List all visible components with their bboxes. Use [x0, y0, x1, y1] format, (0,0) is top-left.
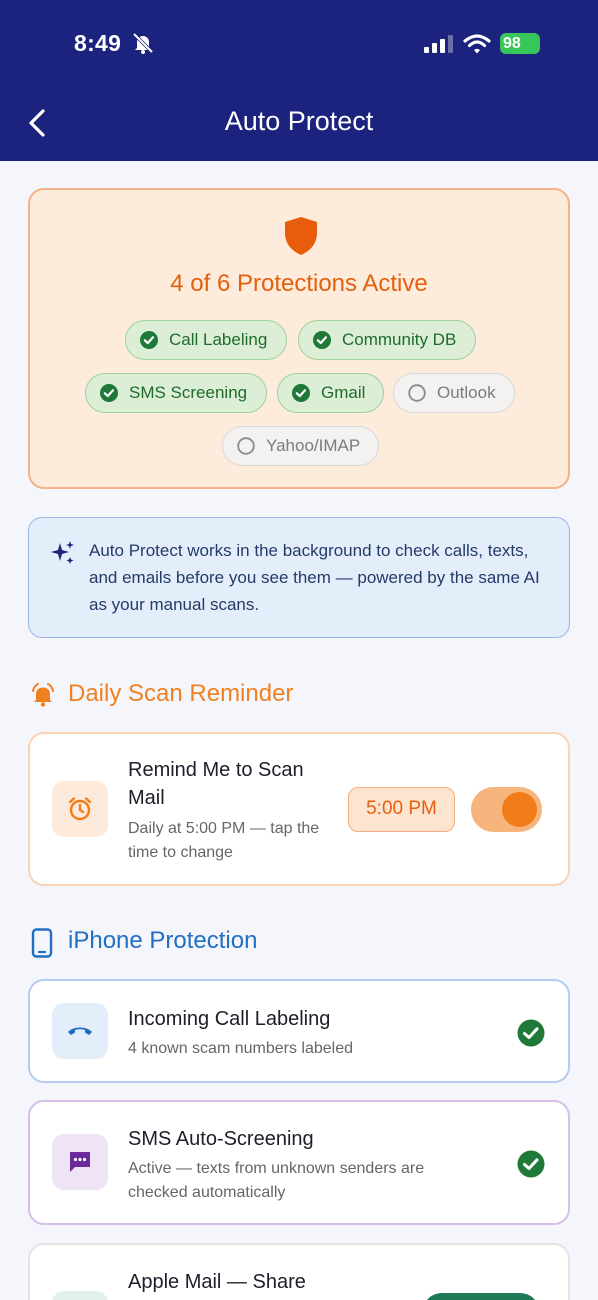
empty-circle-icon: [237, 437, 255, 455]
sms-screening-title: SMS Auto-Screening: [128, 1128, 314, 1150]
protection-summary-card: 4 of 6 Protections Active Call Labeling …: [28, 188, 570, 489]
check-circle-icon: [100, 384, 118, 402]
check-circle-icon: [313, 331, 331, 349]
call-labeling-card[interactable]: Incoming Call Labeling 4 known scam numb…: [28, 979, 570, 1083]
chip-outlook: Outlook: [393, 373, 515, 413]
reminder-card: Remind Me to Scan Mail Daily at 5:00 PM …: [28, 732, 570, 886]
alarm-clock-icon: [68, 797, 92, 821]
signal-icon: [424, 35, 453, 53]
battery-icon: 98: [500, 33, 540, 54]
apple-mail-icon-box: [52, 1291, 108, 1300]
bell-icon: [32, 683, 54, 707]
chip-community-db: Community DB: [298, 320, 476, 360]
chip-sms-screening: SMS Screening: [85, 373, 267, 413]
reminder-subtitle: Daily at 5:00 PM — tap the time to chang…: [128, 820, 320, 861]
chip-label: Outlook: [437, 383, 496, 402]
empty-circle-icon: [408, 384, 426, 402]
shield-icon: [285, 217, 317, 255]
info-banner: Auto Protect works in the background to …: [28, 517, 570, 638]
call-labeling-subtitle: 4 known scam numbers labeled: [128, 1040, 354, 1057]
check-circle-icon: [140, 331, 158, 349]
iphone-section-title: iPhone Protection: [68, 927, 258, 954]
phone-icon: [31, 928, 53, 958]
reminder-time-button[interactable]: 5:00 PM: [348, 787, 455, 832]
apple-mail-action-button[interactable]: [422, 1293, 540, 1300]
protection-count-title: 4 of 6 Protections Active: [170, 270, 428, 297]
check-circle-icon: [517, 1019, 545, 1047]
phone-handset-icon: [68, 1027, 92, 1035]
call-icon-box: [52, 1003, 108, 1059]
check-circle-icon: [517, 1150, 545, 1178]
sms-icon-box: [52, 1134, 108, 1190]
reminder-title: Remind Me to Scan Mail: [128, 759, 304, 809]
chip-label: Call Labeling: [169, 330, 268, 349]
sparkle-icon: [51, 541, 74, 564]
call-labeling-title: Incoming Call Labeling: [128, 1008, 331, 1030]
bell-off-icon: [132, 32, 154, 54]
chip-gmail: Gmail: [277, 373, 384, 413]
sms-screening-subtitle: Active — texts from unknown senders are …: [128, 1160, 425, 1201]
status-time: 8:49: [74, 30, 122, 56]
wifi-icon: [463, 34, 491, 54]
header: 8:49 98 Auto Protect: [0, 0, 598, 161]
page-title: Auto Protect: [224, 106, 374, 136]
chip-label: Yahoo/IMAP: [266, 436, 361, 455]
chip-label: Community DB: [342, 330, 457, 349]
chip-label: SMS Screening: [129, 383, 248, 402]
sms-screening-card[interactable]: SMS Auto-Screening Active — texts from u…: [28, 1100, 570, 1225]
chip-label: Gmail: [321, 383, 366, 402]
chat-bubble-icon: [70, 1152, 90, 1172]
apple-mail-title: Apple Mail — Share: [128, 1271, 306, 1293]
info-text: Auto Protect works in the background to …: [89, 541, 540, 614]
chip-call-labeling: Call Labeling: [125, 320, 287, 360]
apple-mail-card[interactable]: Apple Mail — Share: [28, 1243, 570, 1300]
toggle-knob: [502, 792, 537, 827]
reminder-section-title: Daily Scan Reminder: [68, 680, 294, 707]
reminder-toggle[interactable]: [471, 787, 542, 832]
chip-yahoo-imap: Yahoo/IMAP: [222, 426, 379, 466]
reminder-icon-box: [52, 781, 108, 837]
check-circle-icon: [292, 384, 310, 402]
